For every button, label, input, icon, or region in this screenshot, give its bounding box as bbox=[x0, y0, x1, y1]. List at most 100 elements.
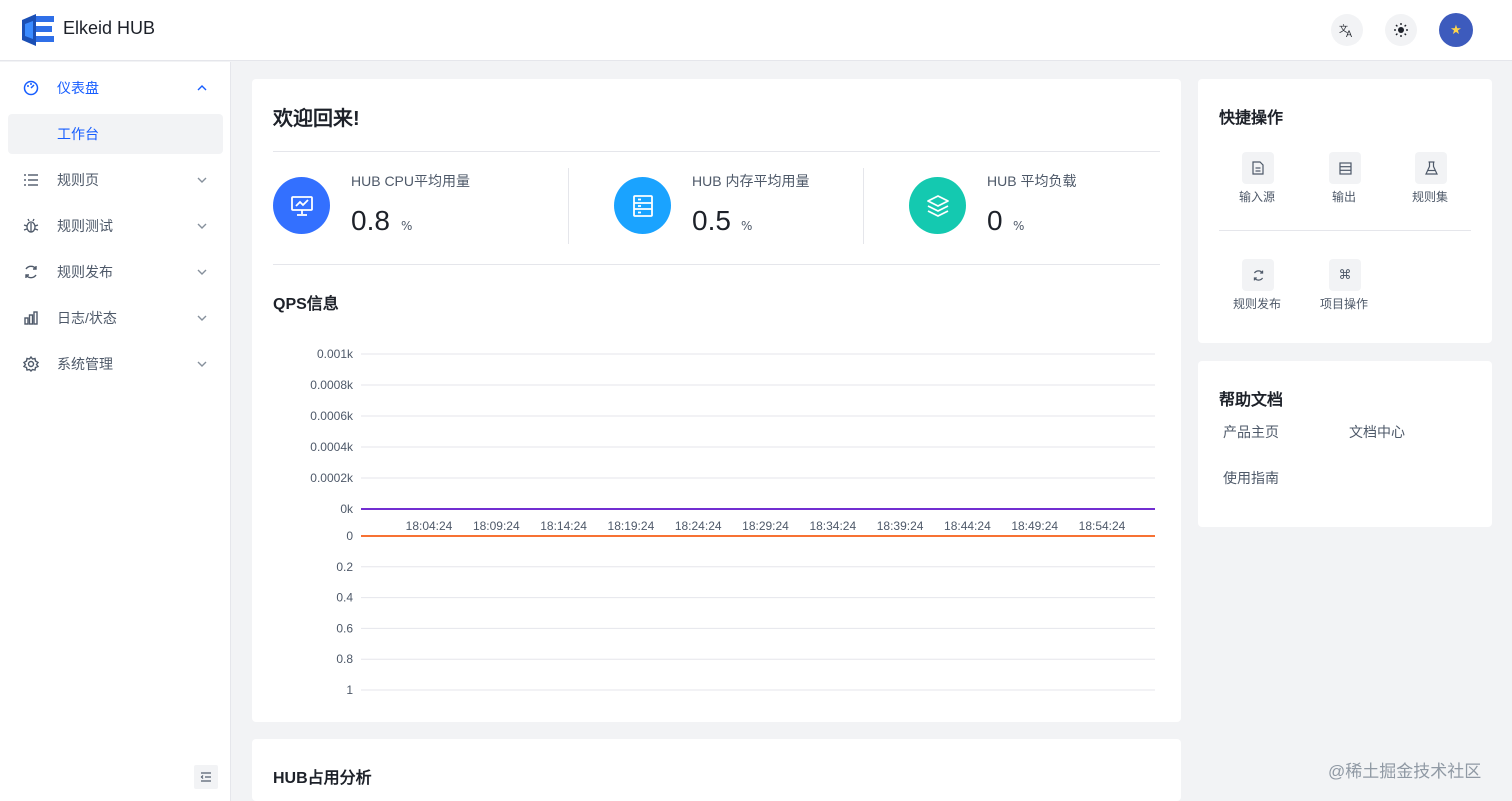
divider bbox=[273, 151, 1160, 152]
storage-icon bbox=[1329, 152, 1361, 184]
watermark: @稀土掘金技术社区 bbox=[1328, 762, 1482, 781]
chevron-down-icon bbox=[197, 361, 207, 367]
top-bar: Elkeid HUB 文A ★ bbox=[0, 0, 1512, 61]
stat-memory: HUB 内存平均用量 0.5 % bbox=[614, 167, 854, 247]
y-tick-label: 1 bbox=[346, 683, 353, 697]
qps-title: QPS信息 bbox=[273, 296, 339, 313]
svg-text:A: A bbox=[1346, 29, 1352, 38]
storage-icon bbox=[614, 177, 671, 234]
stat-cpu: HUB CPU平均用量 0.8 % bbox=[273, 167, 563, 247]
help-link-docs[interactable]: 文档中心 bbox=[1349, 422, 1405, 442]
quick-item-output[interactable]: 输出 bbox=[1304, 152, 1384, 212]
help-docs-title: 帮助文档 bbox=[1219, 392, 1284, 409]
quick-item-input-source[interactable]: 输入源 bbox=[1217, 152, 1297, 212]
sidebar-item-rule-publish[interactable]: 规则发布 bbox=[8, 252, 223, 292]
stat-label: HUB 平均负载 bbox=[987, 173, 1077, 189]
chevron-down-icon bbox=[197, 269, 207, 275]
y-tick-label: 0.4 bbox=[336, 591, 353, 605]
stat-unit: % bbox=[1013, 219, 1025, 233]
y-tick-label: 0.0004k bbox=[310, 440, 354, 454]
quick-item-label: 输入源 bbox=[1238, 190, 1275, 204]
command-icon: ⌘ bbox=[1329, 259, 1361, 291]
monitor-icon bbox=[273, 177, 330, 234]
stat-value: 0.5 bbox=[692, 205, 731, 236]
list-icon bbox=[22, 171, 40, 189]
x-tick-label: 18:09:24 bbox=[473, 519, 520, 533]
sidebar-item-label: 仪表盘 bbox=[57, 80, 99, 96]
x-tick-label: 18:24:24 bbox=[675, 519, 722, 533]
sidebar-item-label: 系统管理 bbox=[57, 356, 113, 372]
translate-icon[interactable]: 文A bbox=[1331, 14, 1363, 46]
y-tick-label: 0.6 bbox=[336, 621, 353, 635]
sidebar-item-label: 工作台 bbox=[57, 126, 99, 142]
chevron-down-icon bbox=[197, 177, 207, 183]
menu-fold-icon bbox=[200, 772, 211, 782]
quick-item-label: 项目操作 bbox=[1319, 297, 1368, 311]
app-title: Elkeid HUB bbox=[63, 18, 156, 38]
stat-value: 0 bbox=[987, 205, 1003, 236]
sidebar-item-label: 日志/状态 bbox=[57, 310, 117, 326]
y-tick-label: 0.0008k bbox=[310, 378, 354, 392]
layers-icon bbox=[909, 177, 966, 234]
help-link-product[interactable]: 产品主页 bbox=[1223, 422, 1279, 442]
sidebar-item-rule-test[interactable]: 规则测试 bbox=[8, 206, 223, 246]
experiment-icon bbox=[1415, 152, 1447, 184]
help-link-guide[interactable]: 使用指南 bbox=[1223, 468, 1279, 488]
x-tick-label: 18:04:24 bbox=[406, 519, 453, 533]
sidebar-item-label: 规则页 bbox=[57, 172, 99, 188]
quick-item-project[interactable]: ⌘ 项目操作 bbox=[1304, 259, 1384, 319]
quick-item-rule-publish[interactable]: 规则发布 bbox=[1217, 259, 1297, 319]
y-tick-label: 0.001k bbox=[317, 347, 354, 361]
stat-value: 0.8 bbox=[351, 205, 390, 236]
elkeid-logo bbox=[22, 14, 54, 46]
quick-actions-title: 快捷操作 bbox=[1219, 110, 1284, 127]
stat-label: HUB 内存平均用量 bbox=[692, 173, 810, 189]
menu-fold-button[interactable] bbox=[194, 765, 218, 789]
sync-icon bbox=[1242, 259, 1274, 291]
divider bbox=[863, 168, 864, 244]
settings-icon bbox=[22, 355, 40, 373]
page-title: 欢迎回来! bbox=[273, 108, 360, 130]
stat-unit: % bbox=[741, 219, 753, 233]
quick-item-label: 规则发布 bbox=[1232, 297, 1281, 311]
dashboard-icon bbox=[22, 79, 40, 97]
quick-item-ruleset[interactable]: 规则集 bbox=[1390, 152, 1470, 212]
avatar[interactable]: ★ bbox=[1439, 13, 1473, 47]
sun-icon[interactable] bbox=[1385, 14, 1417, 46]
y-tick-label: 0 bbox=[346, 529, 353, 543]
x-tick-label: 18:39:24 bbox=[877, 519, 924, 533]
bug-icon bbox=[22, 217, 40, 235]
sidebar: 仪表盘 工作台 规则页 规则测试 规则发布 日志/状态 系统管理 bbox=[0, 62, 231, 801]
stat-load: HUB 平均负载 0 % bbox=[909, 167, 1149, 247]
divider bbox=[273, 264, 1160, 265]
chevron-down-icon bbox=[197, 223, 207, 229]
divider bbox=[568, 168, 569, 244]
y-tick-label: 0.0006k bbox=[310, 409, 354, 423]
chevron-down-icon bbox=[197, 315, 207, 321]
y-tick-label: 0.0002k bbox=[310, 471, 354, 485]
stat-unit: % bbox=[401, 219, 413, 233]
stat-label: HUB CPU平均用量 bbox=[351, 173, 471, 189]
hub-analysis-card bbox=[252, 739, 1181, 801]
file-icon bbox=[1242, 152, 1274, 184]
quick-item-label: 输出 bbox=[1331, 190, 1356, 204]
sidebar-item-rules[interactable]: 规则页 bbox=[8, 160, 223, 200]
divider bbox=[1219, 230, 1471, 231]
x-tick-label: 18:29:24 bbox=[742, 519, 789, 533]
quick-item-label: 规则集 bbox=[1411, 190, 1448, 204]
x-tick-label: 18:19:24 bbox=[608, 519, 655, 533]
x-tick-label: 18:54:24 bbox=[1079, 519, 1126, 533]
sidebar-item-system[interactable]: 系统管理 bbox=[8, 344, 223, 384]
qps-chart: 0.001k 0.0008k 0.0006k 0.0004k 0.0002k 0k 0 0.2… bbox=[310, 347, 1155, 697]
chevron-up-icon bbox=[197, 85, 207, 91]
x-tick-label: 18:49:24 bbox=[1011, 519, 1058, 533]
y-tick-label: 0.2 bbox=[336, 560, 353, 574]
sidebar-item-workbench[interactable]: 工作台 bbox=[8, 114, 223, 154]
x-tick-label: 18:44:24 bbox=[944, 519, 991, 533]
sidebar-item-logs[interactable]: 日志/状态 bbox=[8, 298, 223, 338]
y-tick-label: 0.8 bbox=[336, 652, 353, 666]
hub-analysis-title: HUB占用分析 bbox=[273, 770, 372, 787]
x-tick-label: 18:14:24 bbox=[540, 519, 587, 533]
y-tick-label: 0k bbox=[340, 502, 354, 516]
sidebar-item-dashboard[interactable]: 仪表盘 bbox=[8, 68, 223, 108]
